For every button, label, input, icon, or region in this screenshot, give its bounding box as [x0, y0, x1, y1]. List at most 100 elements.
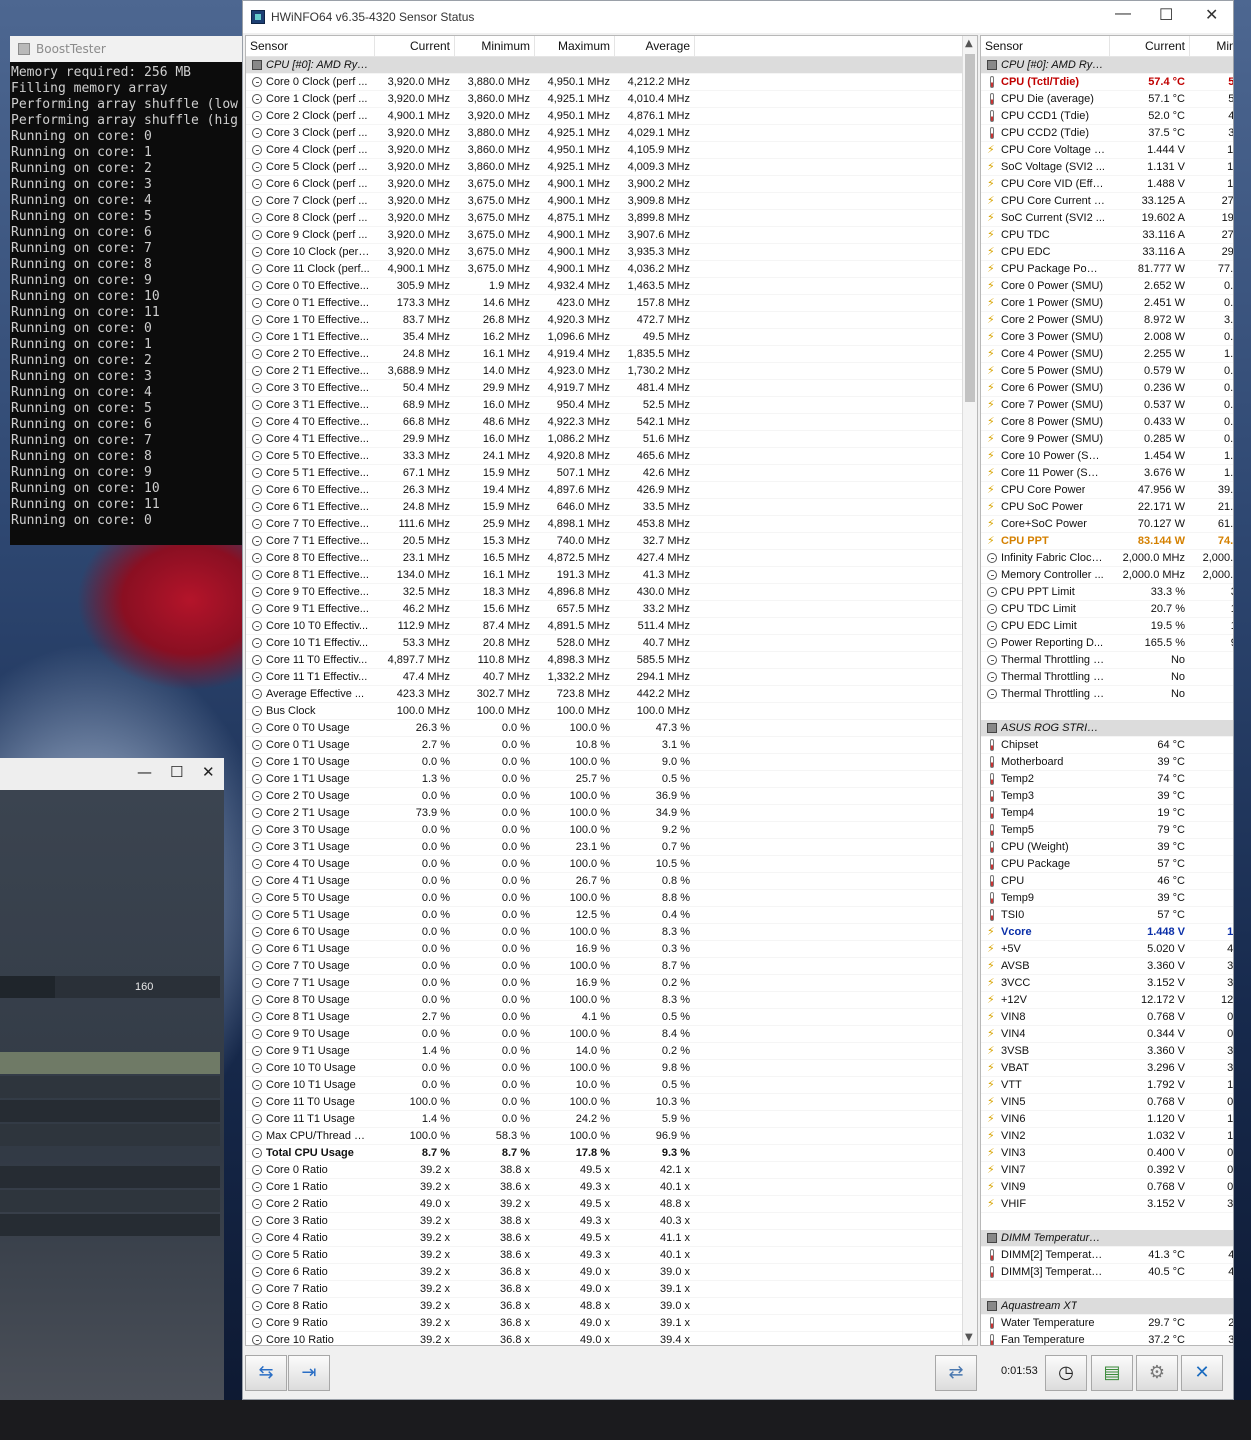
sensor-row[interactable]: Core 3 Ratio 39.2 x 38.8 x 49.3 x 40.3 x [246, 1213, 977, 1230]
sensor-row[interactable]: Core 2 T0 Usage 0.0 % 0.0 % 100.0 % 36.9 % [246, 788, 977, 805]
sensor-row[interactable]: Core 0 Ratio 39.2 x 38.8 x 49.5 x 42.1 x [246, 1162, 977, 1179]
sensor-row[interactable]: Core 0 Power (SMU)2.652 W0.126 W11.788 W… [981, 278, 1233, 295]
sensor-row[interactable]: Fan Temperature37.2 °C37.2 °C37.2 °C37.2… [981, 1332, 1233, 1345]
sensor-row[interactable]: 3VSB3.360 V3.360 V3.360 V3.360 V [981, 1043, 1233, 1060]
sensor-row[interactable]: Core 0 T1 Effective... 173.3 MHz 14.6 MHz 4… [246, 295, 977, 312]
sensor-row[interactable]: Core 1 T0 Effective... 83.7 MHz 26.8 MHz 4,… [246, 312, 977, 329]
sensor-row[interactable]: Core 1 Clock (perf ... 3,920.0 MHz 3,860.0… [246, 91, 977, 108]
sensor-row[interactable]: AVSB3.360 V3.360 V3.360 V3.360 V [981, 958, 1233, 975]
sensor-row[interactable]: Core+SoC Power70.127 W61.896 W85.362 W69… [981, 516, 1233, 533]
sensor-row[interactable]: Max CPU/Thread U... 100.0 % 58.3 % 100.0 % 9… [246, 1128, 977, 1145]
sensor-row[interactable]: Temp339 °C39 °C39 °C39 °C [981, 788, 1233, 805]
sensor-row[interactable]: Core 8 T1 Usage 2.7 % 0.0 % 4.1 % 0.5 % [246, 1009, 977, 1026]
sensor-row[interactable]: Core 3 Power (SMU)2.008 W0.377 W5.137 W1… [981, 329, 1233, 346]
sensor-group-header[interactable]: DIMM Temperature ... [981, 1230, 1233, 1247]
sensor-row[interactable]: Core 11 T1 Effectiv... 47.4 MHz 40.7 MHz 1,… [246, 669, 977, 686]
sensor-row[interactable]: Core 0 T1 Usage 2.7 % 0.0 % 10.8 % 3.1 % [246, 737, 977, 754]
sensor-row[interactable]: Core 4 T0 Usage 0.0 % 0.0 % 100.0 % 10.5 % [246, 856, 977, 873]
sensor-row[interactable]: Core 5 Clock (perf ... 3,920.0 MHz 3,860.0… [246, 159, 977, 176]
hwinfo-window[interactable]: HWiNFO64 v6.35-4320 Sensor Status — ☐ ✕ … [242, 0, 1234, 1400]
sensor-row[interactable]: Core 8 T1 Effective... 134.0 MHz 16.1 MHz 1… [246, 567, 977, 584]
sensor-row[interactable]: SoC Voltage (SVI2 ...1.131 V1.125 V1.131… [981, 159, 1233, 176]
sensor-row[interactable]: Core 10 Clock (perf... 3,920.0 MHz 3,675.0… [246, 244, 977, 261]
sensor-row[interactable]: Water Temperature29.7 °C29.7 °C29.7 °C29… [981, 1315, 1233, 1332]
minimize-icon[interactable]: — [137, 763, 152, 781]
sensor-row[interactable]: Core 4 Clock (perf ... 3,920.0 MHz 3,860.0… [246, 142, 977, 159]
sensor-row[interactable]: Core 5 T0 Usage 0.0 % 0.0 % 100.0 % 8.8 % [246, 890, 977, 907]
sensor-row[interactable]: Core 4 T1 Effective... 29.9 MHz 16.0 MHz 1,… [246, 431, 977, 448]
sensor-row[interactable]: Thermal Throttling (...NoNoNo [981, 686, 1233, 703]
sensor-row[interactable]: Core 5 Ratio 39.2 x 38.6 x 49.3 x 40.1 x [246, 1247, 977, 1264]
sensor-row[interactable]: VIN61.120 V1.120 V1.136 V1.124 V [981, 1111, 1233, 1128]
sensor-row[interactable]: Average Effective ... 423.3 MHz 302.7 MHz 7… [246, 686, 977, 703]
sensor-row[interactable]: Temp274 °C74 °C78 °C76 °C [981, 771, 1233, 788]
value-slider[interactable]: 160 [0, 976, 220, 998]
sensor-row[interactable]: CPU SoC Power22.171 W21.956 W22.368 W22.… [981, 499, 1233, 516]
sensor-row[interactable]: Core 4 T1 Usage 0.0 % 0.0 % 26.7 % 0.8 % [246, 873, 977, 890]
sensor-row[interactable]: VHIF3.152 V3.136 V3.152 V3.152 V [981, 1196, 1233, 1213]
sensor-row[interactable]: Core 7 T0 Effective... 111.6 MHz 25.9 MHz 4… [246, 516, 977, 533]
column-header-sensor[interactable]: Sensor [246, 36, 375, 56]
sensor-row[interactable]: CPU (Weight)39 °C39 °C39 °C39 °C [981, 839, 1233, 856]
sensor-row[interactable]: Core 6 Power (SMU)0.236 W0.131 W3.778 W0… [981, 380, 1233, 397]
sensor-row[interactable]: Thermal Throttling (...NoNoNo [981, 669, 1233, 686]
network-icon[interactable]: ⇄ [935, 1355, 977, 1391]
sensor-row[interactable]: Core 6 Clock (perf ... 3,920.0 MHz 3,675.0… [246, 176, 977, 193]
close-button[interactable]: ✕ [1181, 1355, 1223, 1391]
sensor-row[interactable]: Core 7 T1 Effective... 20.5 MHz 15.3 MHz 74… [246, 533, 977, 550]
sensor-row[interactable]: Core 1 T1 Usage 1.3 % 0.0 % 25.7 % 0.5 % [246, 771, 977, 788]
sensor-row[interactable]: DIMM[2] Temperature41.3 °C41.0 °C41.3 °C… [981, 1247, 1233, 1264]
sensor-row[interactable]: Core 7 Clock (perf ... 3,920.0 MHz 3,675.0… [246, 193, 977, 210]
sensor-row[interactable]: DIMM[3] Temperature40.5 °C40.3 °C40.5 °C… [981, 1264, 1233, 1281]
column-header-current[interactable]: Current [1110, 36, 1190, 56]
sensor-row[interactable]: Core 10 T0 Usage 0.0 % 0.0 % 100.0 % 9.8 % [246, 1060, 977, 1077]
sensor-row[interactable]: Core 9 T1 Effective... 46.2 MHz 15.6 MHz 65… [246, 601, 977, 618]
sensor-row[interactable]: Core 11 Power (SMU)3.676 W1.671 W3.676 W… [981, 465, 1233, 482]
column-header-current[interactable]: Current [375, 36, 455, 56]
sensor-row[interactable]: +12V12.172 V12.172 V12.172 V12.172 V [981, 992, 1233, 1009]
column-header-minimum[interactable]: Minimum [1190, 36, 1233, 56]
sensor-row[interactable]: Core 9 Clock (perf ... 3,920.0 MHz 3,675.0… [246, 227, 977, 244]
sensor-row[interactable]: Core 6 T0 Effective... 26.3 MHz 19.4 MHz 4,… [246, 482, 977, 499]
sensor-group-header[interactable]: Aquastream XT [981, 1298, 1233, 1315]
sensor-row[interactable]: VIN40.344 V0.312 V0.344 V0.325 V [981, 1026, 1233, 1043]
sensor-row[interactable]: Core 11 T0 Usage 100.0 % 0.0 % 100.0 % 10.3 … [246, 1094, 977, 1111]
sensor-row[interactable]: VIN70.392 V0.352 V0.392 V0.370 V [981, 1162, 1233, 1179]
maximize-icon[interactable]: ☐ [1159, 5, 1173, 25]
sensor-row[interactable]: Memory Controller ... 2,000.0 MHz 2,000.0 … [981, 567, 1233, 584]
sensor-row[interactable]: Core 8 Power (SMU)0.433 W0.157 W3.899 W0… [981, 414, 1233, 431]
sensor-row[interactable]: Core 5 T0 Effective... 33.3 MHz 24.1 MHz 4,… [246, 448, 977, 465]
sensor-row[interactable]: Core 8 T0 Effective... 23.1 MHz 16.5 MHz 4,… [246, 550, 977, 567]
sensor-row[interactable]: VTT1.792 V1.792 V1.792 V1.792 V [981, 1077, 1233, 1094]
sensor-row[interactable]: CPU Core Power47.956 W39.733 W63.153 W47… [981, 482, 1233, 499]
sensor-row[interactable]: Core 8 Clock (perf ... 3,920.0 MHz 3,675.0… [246, 210, 977, 227]
sensor-row[interactable]: Core 2 T0 Effective... 24.8 MHz 16.1 MHz 4,… [246, 346, 977, 363]
sensor-row[interactable]: Core 1 Ratio 39.2 x 38.6 x 49.3 x 40.1 x [246, 1179, 977, 1196]
sensor-row[interactable]: Core 7 T0 Usage 0.0 % 0.0 % 100.0 % 8.7 % [246, 958, 977, 975]
logging-button[interactable]: ▤ [1091, 1355, 1133, 1391]
sensor-row[interactable]: CPU TDC Limit20.7 %17.1 %27.3 %20.4 % [981, 601, 1233, 618]
sensor-row[interactable]: VIN30.400 V0.400 V0.400 V0.400 V [981, 1145, 1233, 1162]
settings-gear-icon[interactable]: ⚙ [1136, 1355, 1178, 1391]
sensor-row[interactable]: Vcore1.448 V1.408 V1.480 V1.457 V [981, 924, 1233, 941]
close-icon[interactable]: ✕ [202, 763, 215, 781]
sensor-row[interactable]: 3VCC3.152 V3.136 V3.152 V3.152 V [981, 975, 1233, 992]
scrollbar-left[interactable]: ▲ ▼ [962, 36, 977, 1345]
sensor-row[interactable]: Core 1 T1 Effective... 35.4 MHz 16.2 MHz 1,… [246, 329, 977, 346]
column-header-maximum[interactable]: Maximum [535, 36, 615, 56]
sensor-row[interactable]: Core 2 Ratio 49.0 x 39.2 x 49.5 x 48.8 x [246, 1196, 977, 1213]
sensor-row[interactable]: Temp579 °C79 °C81 °C80 °C [981, 822, 1233, 839]
sensor-row[interactable]: Core 2 Power (SMU)8.972 W3.421 W13.090 W… [981, 312, 1233, 329]
sensor-row[interactable]: Chipset64 °C64 °C65 °C64 °C [981, 737, 1233, 754]
sensor-row[interactable]: Core 2 Clock (perf ... 4,900.1 MHz 3,920.0… [246, 108, 977, 125]
sensor-row[interactable]: Core 8 Ratio 39.2 x 36.8 x 48.8 x 39.0 x [246, 1298, 977, 1315]
sensor-row[interactable]: Core 9 T0 Usage 0.0 % 0.0 % 100.0 % 8.4 % [246, 1026, 977, 1043]
sensor-row[interactable]: Core 10 T0 Effectiv... 112.9 MHz 87.4 MHz 4… [246, 618, 977, 635]
sensor-row[interactable]: CPU CCD1 (Tdie)52.0 °C45.5 °C59.5 °C53.4… [981, 108, 1233, 125]
sensor-row[interactable]: Core 11 Clock (perf... 4,900.1 MHz 3,675.0… [246, 261, 977, 278]
sensor-row[interactable]: CPU46 °C45 °C55 °C47 °C [981, 873, 1233, 890]
sensor-row[interactable]: VBAT3.296 V3.296 V3.296 V3.296 V [981, 1060, 1233, 1077]
sensor-row[interactable]: Core 3 T1 Usage 0.0 % 0.0 % 23.1 % 0.7 % [246, 839, 977, 856]
column-header-average[interactable]: Average [615, 36, 695, 56]
column-header-minimum[interactable]: Minimum [455, 36, 535, 56]
